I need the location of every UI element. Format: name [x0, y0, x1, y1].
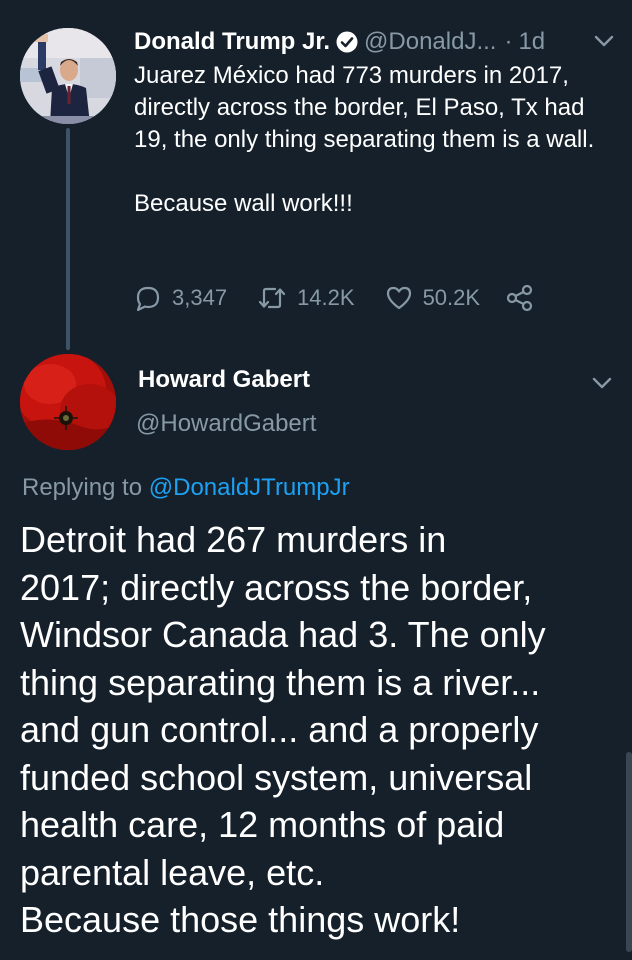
retweet-count: 14.2K: [297, 285, 355, 310]
tweet-timestamp[interactable]: 1d: [518, 28, 545, 56]
author-photo: [20, 28, 116, 124]
share-button[interactable]: [506, 284, 534, 312]
tweet-text-paragraph-2: Because wall work!!!: [134, 190, 353, 217]
replying-to-mention-link[interactable]: @DonaldJTrumpJr: [149, 474, 350, 501]
reply-author-handle[interactable]: @HowardGabert: [136, 410, 316, 438]
like-button[interactable]: 50.2K: [385, 284, 481, 312]
author-handle[interactable]: @DonaldJ...: [364, 28, 496, 56]
scrollbar[interactable]: [626, 752, 632, 952]
share-icon: [506, 284, 533, 312]
reply-author-name[interactable]: Howard Gabert: [138, 366, 310, 394]
replying-to: Replying to @DonaldJTrumpJr: [22, 474, 350, 502]
retweet-button[interactable]: 14.2K: [257, 284, 355, 312]
separator-dot: ·: [504, 28, 513, 55]
reply-icon: [136, 286, 160, 312]
avatar[interactable]: [20, 28, 116, 124]
reply-body-text: Detroit had 267 murders in 2017; directl…: [20, 519, 546, 940]
author-name[interactable]: Donald Trump Jr.: [134, 28, 330, 56]
avatar[interactable]: [20, 354, 116, 450]
poppy-photo: [20, 354, 116, 450]
reply-count: 3,347: [172, 285, 228, 310]
chevron-down-icon[interactable]: [594, 34, 614, 48]
retweet-icon: [258, 287, 286, 309]
verified-badge-icon: [336, 31, 358, 53]
tweet-actions: 3,347 14.2K 50.2K: [134, 280, 534, 316]
tweet-text-paragraph-1: Juarez México had 773 murders in 2017, d…: [134, 62, 595, 153]
chevron-down-icon[interactable]: [592, 376, 612, 390]
replying-to-label: Replying to: [22, 474, 149, 501]
tweet-header: Donald Trump Jr. @DonaldJ... · 1d: [134, 26, 614, 58]
like-count: 50.2K: [422, 285, 481, 310]
like-icon: [386, 286, 411, 310]
tweet-body: Juarez México had 773 murders in 2017, d…: [134, 60, 614, 220]
reply-button[interactable]: 3,347: [134, 284, 227, 312]
thread-connector-line: [66, 128, 70, 350]
